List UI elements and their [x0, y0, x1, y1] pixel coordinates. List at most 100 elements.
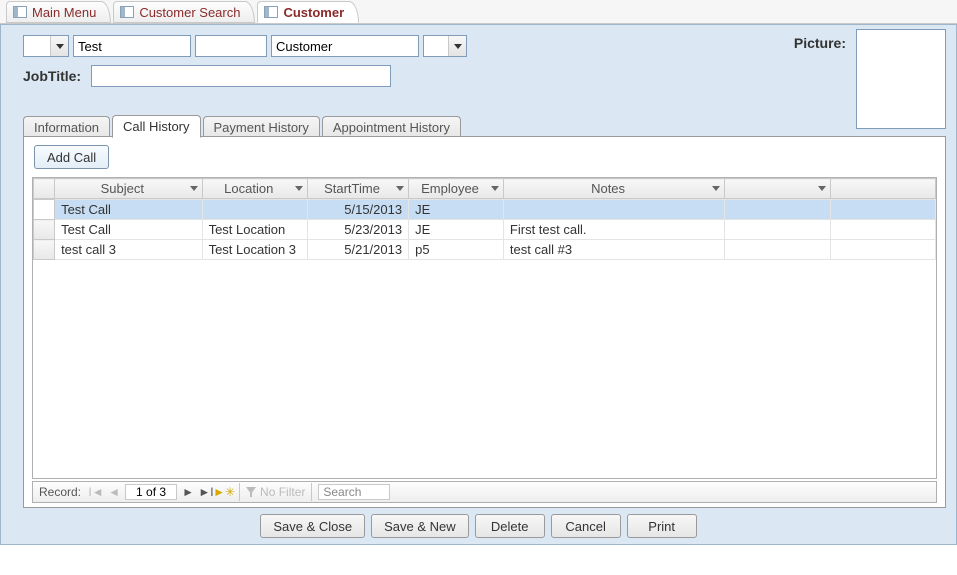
- separator: [239, 483, 240, 501]
- form-icon: [13, 6, 27, 18]
- col-label: StartTime: [324, 181, 380, 196]
- row-selector[interactable]: [34, 200, 55, 220]
- nav-prev-button[interactable]: ◄: [105, 483, 123, 501]
- form-icon: [120, 6, 134, 18]
- col-label: Subject: [101, 181, 144, 196]
- cell-location[interactable]: Test Location: [202, 220, 307, 240]
- cell-extra[interactable]: [830, 240, 935, 260]
- dropdown-icon[interactable]: [712, 186, 720, 191]
- col-label: Notes: [591, 181, 625, 196]
- filter-label: No Filter: [260, 485, 305, 499]
- record-position-input[interactable]: [125, 484, 177, 500]
- footer-buttons: Save & Close Save & New Delete Cancel Pr…: [1, 514, 956, 538]
- nav-next-button[interactable]: ►: [179, 483, 197, 501]
- record-navigator: Record: I◄ ◄ ► ►I ►✳ No Filter: [32, 481, 937, 503]
- doc-tab-label: Main Menu: [32, 5, 96, 20]
- print-button[interactable]: Print: [627, 514, 697, 538]
- dropdown-icon[interactable]: [448, 36, 466, 56]
- dropdown-icon[interactable]: [50, 36, 68, 56]
- call-grid-body: Test Call 5/15/2013 JE Test Call Test Lo…: [33, 199, 936, 260]
- cell-location[interactable]: [202, 200, 307, 220]
- nav-new-button[interactable]: ►✳: [215, 483, 233, 501]
- picture-label: Picture:: [794, 35, 846, 51]
- call-grid: Subject Location StartTime Employee Note…: [32, 177, 937, 479]
- form-icon: [264, 6, 278, 18]
- table-row[interactable]: Test Call 5/15/2013 JE: [34, 200, 936, 220]
- jobtitle-row: JobTitle:: [23, 65, 391, 87]
- last-name-input[interactable]: [271, 35, 419, 57]
- tab-payment-history[interactable]: Payment History: [203, 116, 320, 138]
- select-all-header[interactable]: [34, 179, 55, 199]
- cell-extra[interactable]: [725, 240, 830, 260]
- suffix-input[interactable]: [424, 36, 448, 56]
- nav-first-button[interactable]: I◄: [87, 483, 105, 501]
- doc-tab-main-menu[interactable]: Main Menu: [6, 1, 111, 23]
- cell-employee[interactable]: p5: [409, 240, 504, 260]
- cell-notes[interactable]: test call #3: [503, 240, 724, 260]
- dropdown-icon[interactable]: [190, 186, 198, 191]
- separator: [311, 483, 312, 501]
- tab-call-history[interactable]: Call History: [112, 115, 200, 138]
- dropdown-icon[interactable]: [295, 186, 303, 191]
- cell-extra[interactable]: [725, 220, 830, 240]
- prefix-input[interactable]: [24, 36, 50, 56]
- document-tab-strip: Main Menu Customer Search Customer: [0, 0, 957, 24]
- cell-notes[interactable]: First test call.: [503, 220, 724, 240]
- delete-button[interactable]: Delete: [475, 514, 545, 538]
- first-name-input[interactable]: [73, 35, 191, 57]
- dropdown-icon[interactable]: [491, 186, 499, 191]
- cell-location[interactable]: Test Location 3: [202, 240, 307, 260]
- filter-indicator[interactable]: No Filter: [246, 485, 305, 499]
- cell-extra[interactable]: [830, 200, 935, 220]
- search-input[interactable]: [318, 484, 390, 500]
- row-selector[interactable]: [34, 220, 55, 240]
- save-close-button[interactable]: Save & Close: [260, 514, 365, 538]
- col-label: Employee: [421, 181, 479, 196]
- save-new-button[interactable]: Save & New: [371, 514, 469, 538]
- doc-tab-customer[interactable]: Customer: [257, 1, 359, 23]
- cell-subject[interactable]: Test Call: [55, 220, 203, 240]
- tab-appointment-history[interactable]: Appointment History: [322, 116, 461, 138]
- tab-information[interactable]: Information: [23, 116, 110, 138]
- cell-extra[interactable]: [830, 220, 935, 240]
- cell-notes[interactable]: [503, 200, 724, 220]
- col-subject[interactable]: Subject: [55, 179, 203, 199]
- picture-box[interactable]: [856, 29, 946, 129]
- cell-starttime[interactable]: 5/15/2013: [307, 200, 408, 220]
- col-location[interactable]: Location: [202, 179, 307, 199]
- doc-tab-label: Customer Search: [139, 5, 240, 20]
- table-row[interactable]: test call 3 Test Location 3 5/21/2013 p5…: [34, 240, 936, 260]
- cell-extra[interactable]: [725, 200, 830, 220]
- subtab-strip: Information Call History Payment History…: [23, 113, 463, 137]
- cell-starttime[interactable]: 5/21/2013: [307, 240, 408, 260]
- add-call-button[interactable]: Add Call: [34, 145, 109, 169]
- table-row[interactable]: Test Call Test Location 5/23/2013 JE Fir…: [34, 220, 936, 240]
- col-notes[interactable]: Notes: [503, 179, 724, 199]
- record-label: Record:: [33, 485, 87, 499]
- call-grid-header: Subject Location StartTime Employee Note…: [33, 178, 936, 199]
- cell-starttime[interactable]: 5/23/2013: [307, 220, 408, 240]
- col-starttime[interactable]: StartTime: [307, 179, 408, 199]
- customer-form: Picture: JobTitle: Information Call Hist…: [0, 24, 957, 545]
- cancel-button[interactable]: Cancel: [551, 514, 621, 538]
- cell-subject[interactable]: test call 3: [55, 240, 203, 260]
- cell-employee[interactable]: JE: [409, 220, 504, 240]
- suffix-combo[interactable]: [423, 35, 467, 57]
- col-extra-1[interactable]: [725, 179, 830, 199]
- jobtitle-label: JobTitle:: [23, 68, 81, 84]
- jobtitle-input[interactable]: [91, 65, 391, 87]
- row-selector[interactable]: [34, 240, 55, 260]
- doc-tab-label: Customer: [283, 5, 344, 20]
- dropdown-icon[interactable]: [818, 186, 826, 191]
- cell-subject[interactable]: Test Call: [55, 200, 203, 220]
- col-employee[interactable]: Employee: [409, 179, 504, 199]
- col-label: Location: [224, 181, 273, 196]
- middle-name-input[interactable]: [195, 35, 267, 57]
- doc-tab-customer-search[interactable]: Customer Search: [113, 1, 255, 23]
- col-extra-2[interactable]: [830, 179, 935, 199]
- prefix-combo[interactable]: [23, 35, 69, 57]
- cell-employee[interactable]: JE: [409, 200, 504, 220]
- dropdown-icon[interactable]: [396, 186, 404, 191]
- call-history-panel: Add Call Subject Location StartTime Empl…: [23, 136, 946, 508]
- funnel-icon: [246, 487, 256, 497]
